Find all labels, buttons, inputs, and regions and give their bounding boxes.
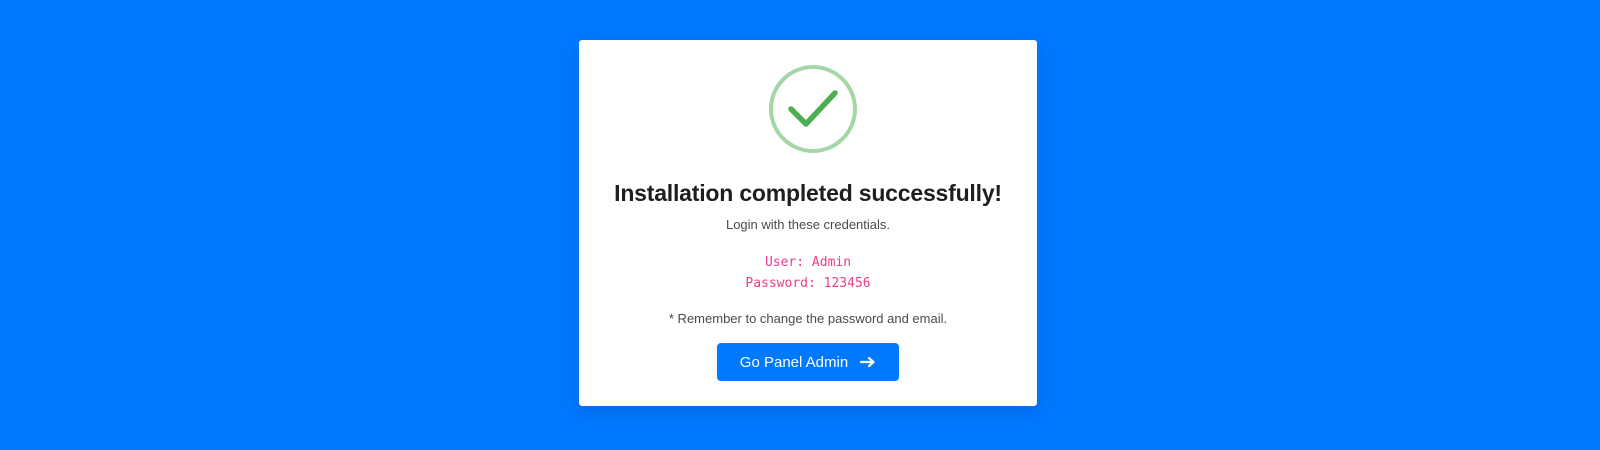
check-circle-icon: [768, 64, 858, 154]
success-card: Installation completed successfully! Log…: [579, 40, 1037, 406]
arrow-right-icon: [860, 356, 876, 368]
credentials-block: User: Admin Password: 123456: [579, 252, 1037, 294]
subtitle-text: Login with these credentials.: [725, 217, 891, 232]
reminder-note: * Remember to change the password and em…: [668, 311, 948, 326]
go-panel-admin-label: Go Panel Admin: [739, 353, 849, 371]
go-panel-admin-button[interactable]: Go Panel Admin: [717, 343, 899, 381]
username-credential: User: Admin: [764, 255, 852, 270]
password-credential: Password: 123456: [745, 276, 871, 291]
page-title: Installation completed successfully!: [614, 180, 1002, 206]
